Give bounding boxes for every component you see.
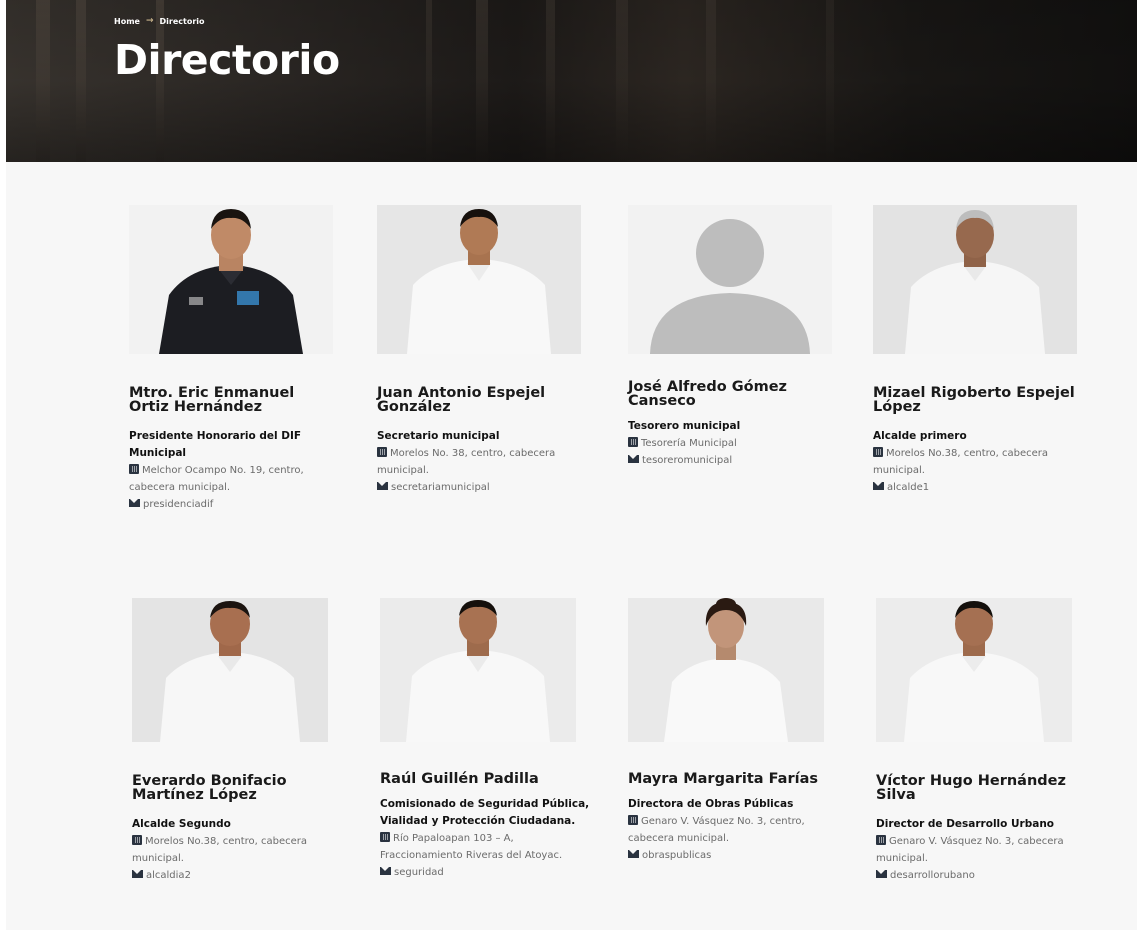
person-card: Víctor Hugo Hernández Silva Director de … [876,598,1086,884]
person-email[interactable]: secretariamunicipal [377,479,587,496]
person-email[interactable]: tesoreromunicipal [628,452,838,469]
person-name: Raúl Guillén Padilla [380,771,539,787]
person-card: Mayra Margarita Farías Directora de Obra… [628,598,838,864]
person-role: Director de Desarrollo Urbano [876,818,1055,830]
person-photo [377,205,581,354]
page-title: Directorio [114,36,340,84]
avatar-placeholder-icon [628,205,832,354]
building-icon [129,464,139,474]
person-card: José Alfredo Gómez Canseco Tesorero muni… [628,205,838,469]
envelope-icon [628,455,639,463]
person-name: Mtro. Eric Enmanuel Ortiz Hernández [129,385,295,415]
person-photo [876,598,1072,742]
person-address: Melchor Ocampo No. 19, centro, cabecera … [129,464,304,493]
person-role: Comisionado de Seguridad Pública, Vialid… [380,798,590,827]
person-photo [873,205,1077,354]
envelope-icon [873,482,884,490]
person-name: Mizael Rigoberto Espejel López [873,385,1075,415]
person-email[interactable]: seguridad [380,864,590,881]
person-role: Tesorero municipal [628,420,741,432]
building-icon [876,835,886,845]
hero-banner: Home → Directorio Directorio [6,0,1137,162]
envelope-icon [129,499,140,507]
breadcrumb: Home → Directorio [114,16,205,26]
building-icon [132,835,142,845]
person-address: Morelos No. 38, centro, cabecera municip… [377,447,556,476]
person-card: Mtro. Eric Enmanuel Ortiz Hernández Pres… [129,205,339,513]
person-role: Presidente Honorario del DIF Municipal [129,430,302,459]
person-address: Tesorería Municipal [628,435,838,452]
envelope-icon [628,850,639,858]
person-email[interactable]: obraspublicas [628,847,838,864]
person-email[interactable]: alcaldia2 [132,867,342,884]
person-email[interactable]: presidenciadif [129,496,339,513]
person-card: Everardo Bonifacio Martínez López Alcald… [132,598,342,884]
person-card: Juan Antonio Espejel González Secretario… [377,205,587,496]
person-card: Raúl Guillén Padilla Comisionado de Segu… [380,598,590,881]
person-address: Genaro V. Vásquez No. 3, cabecera munici… [876,835,1064,864]
envelope-icon [380,867,391,875]
person-role: Directora de Obras Públicas [628,798,794,810]
person-email[interactable]: desarrollorubano [876,867,1086,884]
person-photo [628,598,824,742]
envelope-icon [132,870,143,878]
person-email[interactable]: alcalde1 [873,479,1083,496]
person-name: Víctor Hugo Hernández Silva [876,773,1066,803]
person-role: Alcalde primero [873,430,967,442]
person-photo [129,205,333,354]
building-icon [380,832,390,842]
breadcrumb-home-link[interactable]: Home [114,17,140,26]
person-photo [132,598,328,742]
person-photo [380,598,576,742]
person-address: Morelos No.38, centro, cabecera municipa… [132,835,308,864]
person-photo [628,205,832,354]
building-icon [377,447,387,457]
person-address: Río Papaloapan 103 – A, Fraccionamiento … [380,832,563,861]
page: Home → Directorio Directorio Mtro. Eric … [6,0,1137,930]
person-address: Genaro V. Vásquez No. 3, centro, cabecer… [628,815,805,844]
breadcrumb-current: Directorio [159,16,205,26]
building-icon [628,815,638,825]
person-address: Morelos No.38, centro, cabecera municipa… [873,447,1049,476]
envelope-icon [876,870,887,878]
envelope-icon [377,482,388,490]
person-name: José Alfredo Gómez Canseco [628,379,787,409]
person-name: Everardo Bonifacio Martínez López [132,773,287,803]
person-role: Alcalde Segundo [132,818,231,830]
person-name: Mayra Margarita Farías [628,771,818,787]
person-role: Secretario municipal [377,430,500,442]
building-icon [628,437,638,447]
person-name: Juan Antonio Espejel González [377,385,546,415]
person-card: Mizael Rigoberto Espejel López Alcalde p… [873,205,1083,496]
building-icon [873,447,883,457]
arrow-right-icon: → [145,16,154,26]
